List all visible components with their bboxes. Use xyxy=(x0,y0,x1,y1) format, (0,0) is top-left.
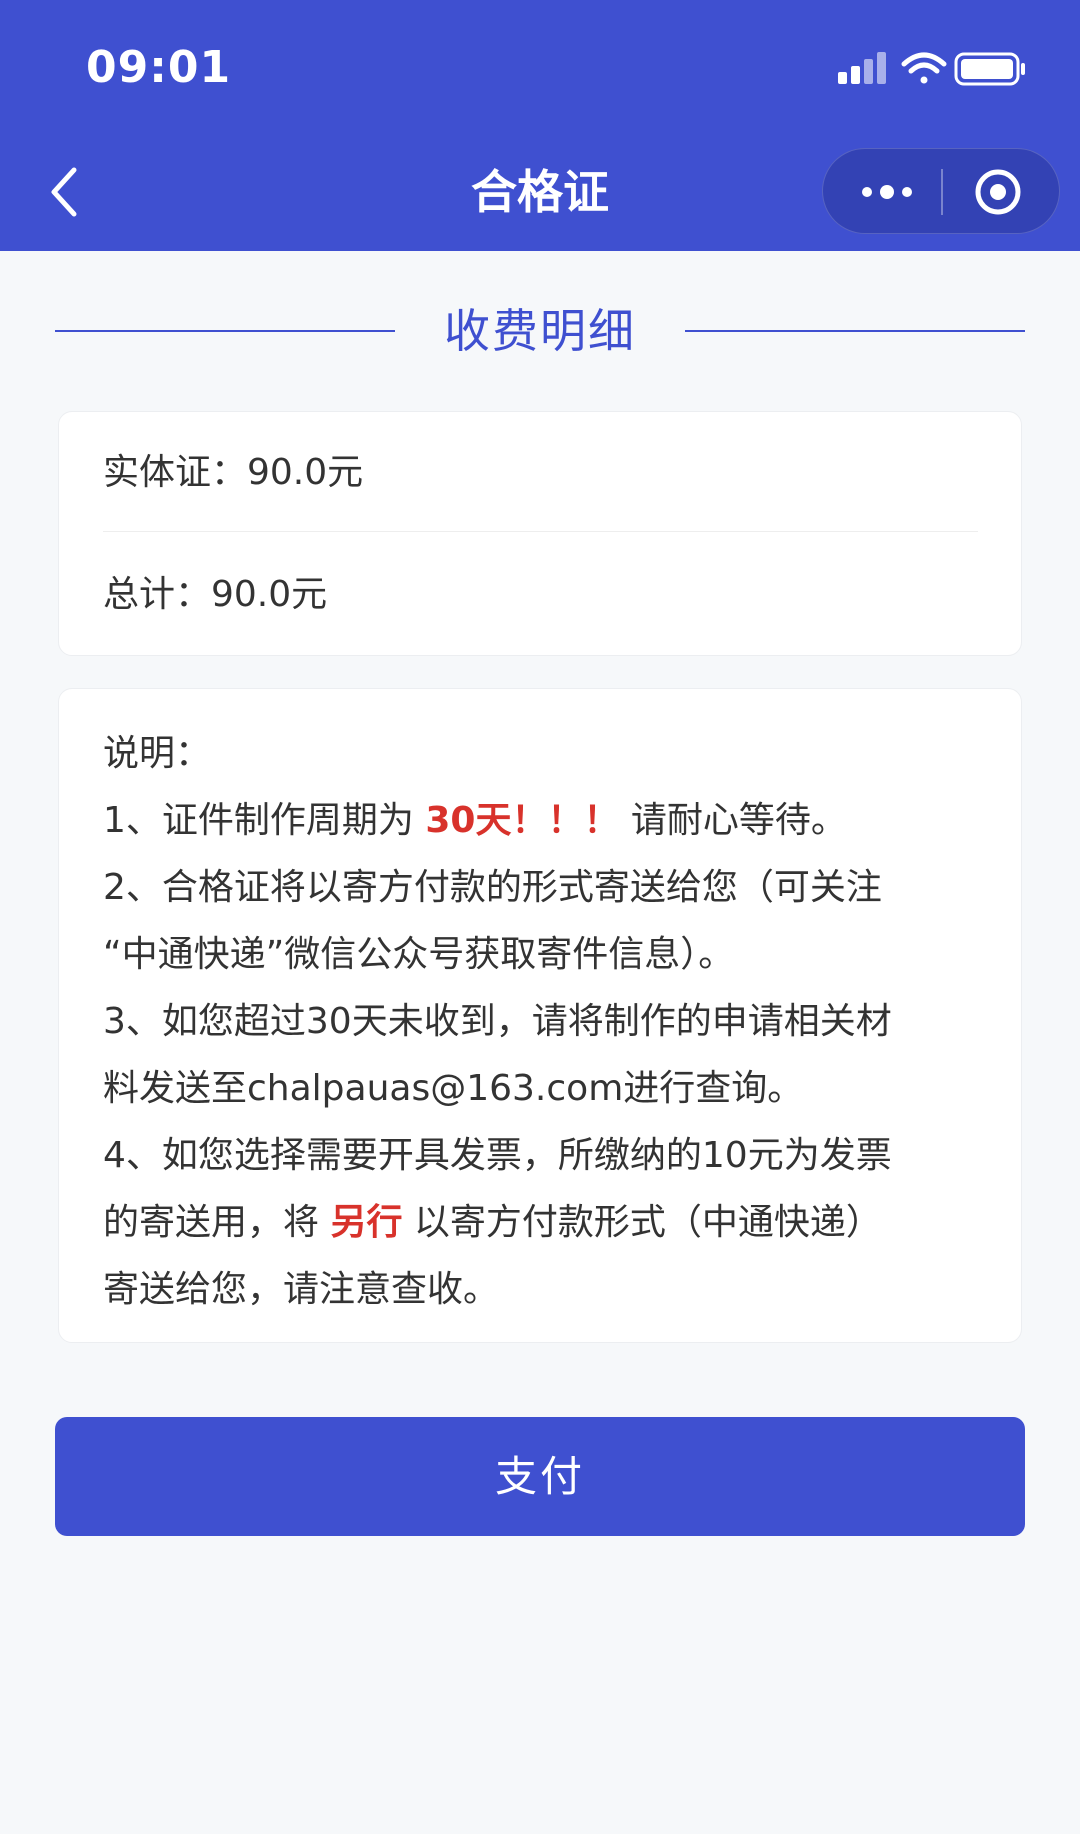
notice-line-1: 1、证件制作周期为 30天！！！ 请耐心等待。 xyxy=(103,787,983,854)
heading-line-right xyxy=(685,330,1025,332)
notice-line-2b: “中通快递”微信公众号获取寄件信息）。 xyxy=(103,934,735,975)
notice-line-4b-post: 以寄方付款形式（中通快递） xyxy=(402,1202,882,1243)
app-header: 09:01 合格证 xyxy=(0,0,1080,251)
more-dots-icon[interactable] xyxy=(857,177,917,207)
capsule-divider xyxy=(941,169,943,215)
signal-icon xyxy=(838,52,886,84)
notice-line-1-post: 请耐心等待。 xyxy=(619,800,847,841)
status-icons xyxy=(838,52,1025,86)
pay-button[interactable]: 支付 xyxy=(55,1417,1025,1536)
notice-line-4b-pre: 的寄送用，将 xyxy=(103,1202,331,1243)
notice-line-3a: 3、如您超过30天未收到，请将制作的申请相关材 xyxy=(103,1001,892,1042)
notice-heading: 说明： xyxy=(103,733,212,774)
notice-line-1-pre: 1、证件制作周期为 xyxy=(103,800,426,841)
notice-line-1-highlight: 30天！！！ xyxy=(425,800,620,841)
wifi-icon xyxy=(901,52,947,84)
notice-line-4b: 的寄送用，将 另行 以寄方付款形式（中通快递） xyxy=(103,1189,983,1256)
notice-text: 说明： 1、证件制作周期为 30天！！！ 请耐心等待。 2、合格证将以寄方付款的… xyxy=(103,720,983,1323)
notice-line-4a: 4、如您选择需要开具发票，所缴纳的10元为发票 xyxy=(103,1135,892,1176)
notice-line-4b-highlight: 另行 xyxy=(330,1202,403,1243)
mini-program-capsule xyxy=(822,148,1060,234)
status-time: 09:01 xyxy=(86,42,232,93)
notice-line-3b: 料发送至chalpauas@163.com进行查询。 xyxy=(103,1068,804,1109)
fee-details-heading: 收费明细 xyxy=(55,296,1025,366)
physical-cert-fee: 实体证：90.0元 xyxy=(103,452,364,493)
total-fee: 总计：90.0元 xyxy=(103,574,328,615)
notice-line-4c: 寄送给您，请注意查收。 xyxy=(103,1269,500,1310)
notice-line-2a: 2、合格证将以寄方付款的形式寄送给您（可关注 xyxy=(103,867,882,908)
fee-divider xyxy=(103,531,978,532)
battery-icon xyxy=(954,52,1025,86)
close-target-icon[interactable] xyxy=(973,167,1023,217)
